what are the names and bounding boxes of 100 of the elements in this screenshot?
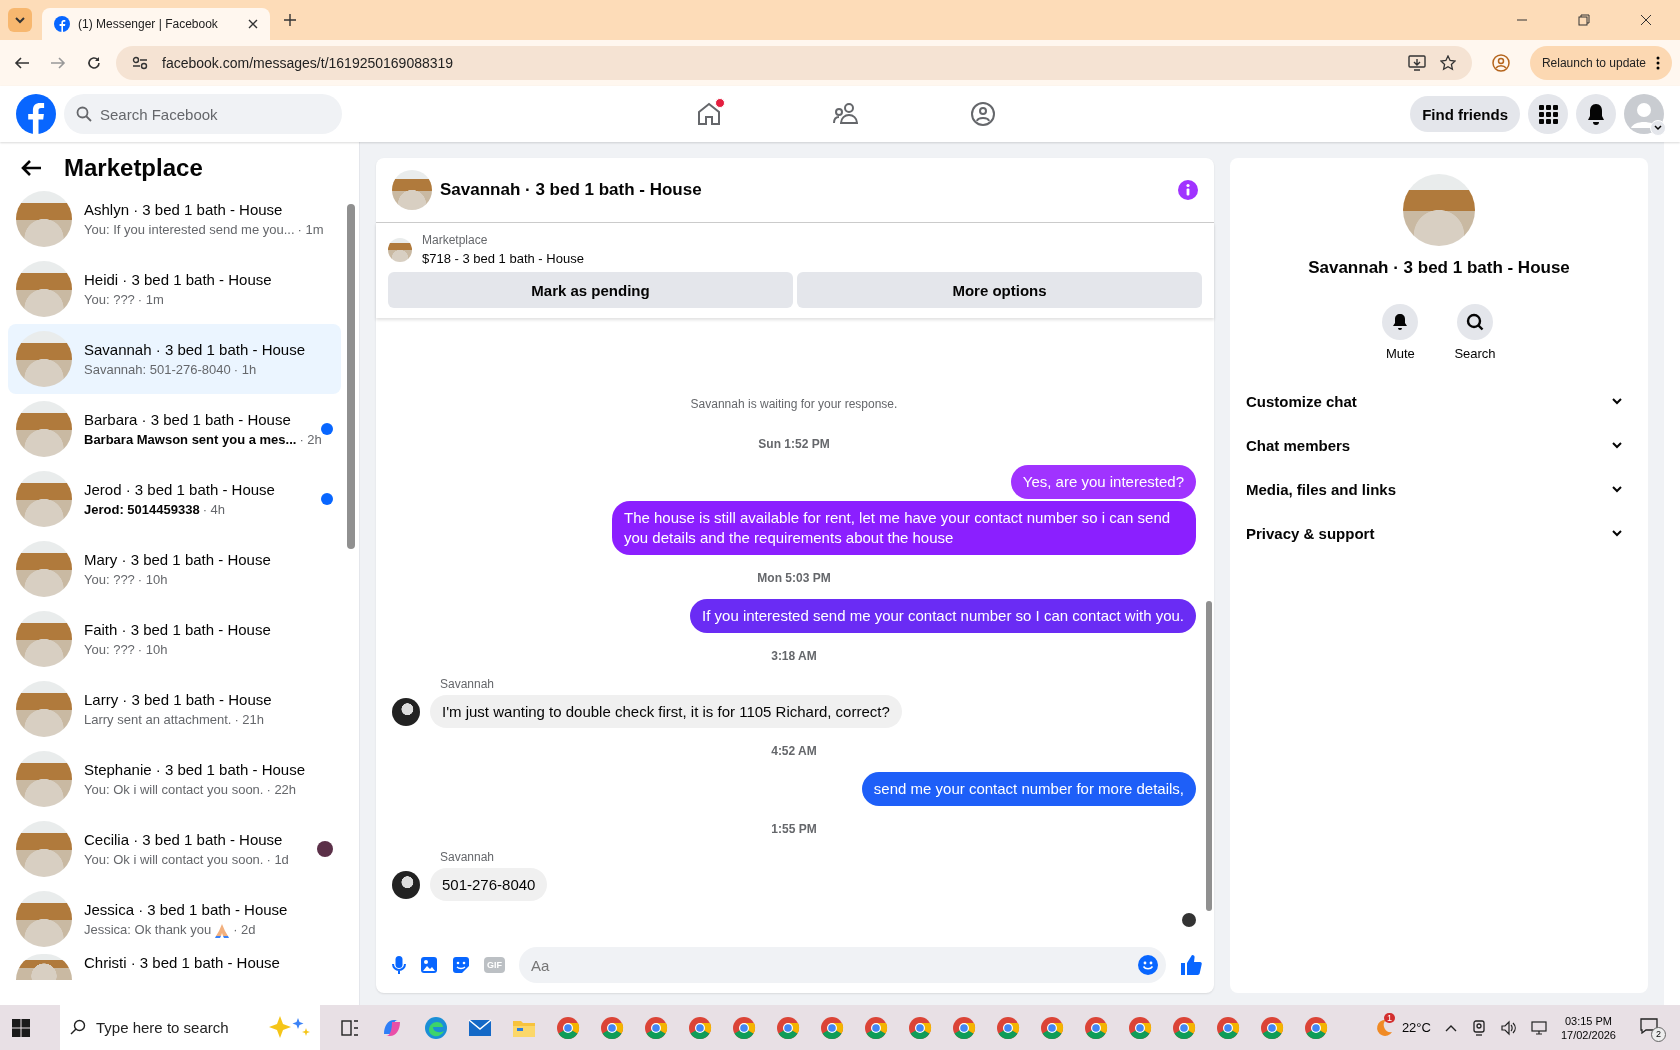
message-input[interactable]: Aa [519, 947, 1166, 983]
back-arrow-icon[interactable] [20, 159, 42, 177]
conversation-item[interactable]: Stephanie · 3 bed 1 bath - House You: Ok i will contact you soon. · 22h [8, 744, 341, 814]
emoji-icon[interactable] [1138, 955, 1158, 975]
conversation-item[interactable]: Heidi · 3 bed 1 bath - House You: ??? · 1m [8, 254, 341, 324]
start-icon[interactable] [12, 1018, 30, 1037]
section-header[interactable]: Chat members [1238, 423, 1640, 467]
section-header[interactable]: Privacy & support [1238, 511, 1640, 555]
profile-icon[interactable] [1491, 54, 1510, 72]
conversation-item[interactable]: Savannah · 3 bed 1 bath - House Savannah: 501-276-8040 · 1h [8, 324, 341, 394]
back-icon[interactable] [14, 55, 30, 71]
search-icon [70, 1019, 86, 1035]
conversation-item[interactable]: Barbara · 3 bed 1 bath - House Barbara Mawson sent you a mes... · 2h [8, 394, 341, 464]
sticker-icon[interactable] [452, 956, 470, 974]
chrome-icon[interactable] [1304, 1015, 1328, 1040]
grid-icon [1538, 104, 1558, 124]
search-button[interactable] [1457, 304, 1493, 340]
listing-source: Marketplace [422, 233, 489, 247]
chrome-icon[interactable] [600, 1015, 624, 1040]
temperature[interactable]: 22°C [1401, 1020, 1431, 1035]
chrome-icon[interactable] [644, 1015, 668, 1040]
forward-icon[interactable] [50, 55, 66, 71]
task-view-icon[interactable] [340, 1017, 360, 1038]
chrome-icon[interactable] [820, 1015, 844, 1040]
restore-icon[interactable] [1578, 14, 1590, 26]
conversation-item[interactable]: Jessica · 3 bed 1 bath - House Jessica: Ok thank you · 2d [8, 884, 341, 954]
home-icon[interactable] [696, 101, 722, 127]
seen-avatar [1182, 913, 1196, 927]
install-app-icon[interactable] [1407, 55, 1426, 71]
conversation-item[interactable]: Larry · 3 bed 1 bath - House Larry sent an attachment. · 21h [8, 674, 341, 744]
notifications-icon[interactable] [1640, 1017, 1658, 1034]
weather-badge: 1 [1383, 1012, 1395, 1023]
chrome-icon[interactable] [1084, 1015, 1108, 1040]
listing-action-button[interactable]: Mark as pending [388, 272, 793, 308]
chrome-icon[interactable] [556, 1015, 580, 1040]
reload-icon[interactable] [86, 55, 102, 71]
photo-placeholder [16, 821, 72, 877]
conversation-item[interactable]: Christi · 3 bed 1 bath - House [8, 954, 341, 980]
star-icon[interactable] [1439, 55, 1456, 71]
sent-message: The house is still available for rent, let me have your contact number so i can send you details and the requirements about the house [612, 501, 1196, 555]
find-friends-button[interactable]: Find friends [1410, 96, 1520, 132]
notifications-button[interactable] [1576, 94, 1616, 134]
groups-icon[interactable] [970, 101, 996, 127]
volume-icon[interactable] [1500, 1019, 1517, 1036]
search-field[interactable]: Search Facebook [64, 94, 342, 134]
tab-search-button[interactable] [8, 8, 32, 32]
mute-button[interactable] [1382, 304, 1419, 340]
chrome-icon[interactable] [908, 1015, 932, 1040]
message-preview: You: ??? [84, 292, 135, 307]
more-icon [1656, 56, 1660, 70]
info-icon[interactable] [1178, 180, 1198, 200]
microphone-icon[interactable] [392, 955, 406, 975]
photo-placeholder [16, 891, 72, 947]
close-icon[interactable] [1640, 14, 1652, 26]
clock-time[interactable]: 03:15 PM [1564, 1014, 1612, 1027]
chrome-icon[interactable] [1260, 1015, 1284, 1040]
section-header[interactable]: Media, files and links [1238, 467, 1640, 511]
close-icon[interactable] [248, 19, 258, 29]
chevron-up-icon[interactable] [1444, 1023, 1457, 1032]
conversation-item[interactable]: Jerod · 3 bed 1 bath - House Jerod: 5014459338 · 4h [8, 464, 341, 534]
scrollbar[interactable] [1664, 142, 1680, 1005]
chrome-icon[interactable] [1216, 1015, 1240, 1040]
photo-placeholder [16, 401, 72, 457]
chrome-icon[interactable] [1040, 1015, 1064, 1040]
facebook-logo-icon[interactable] [16, 94, 56, 134]
clock-date[interactable]: 17/02/2026 [1560, 1028, 1616, 1041]
conversation-item[interactable]: Mary · 3 bed 1 bath - House You: ??? · 10h [8, 534, 341, 604]
network-icon[interactable] [1530, 1019, 1547, 1036]
new-tab-icon[interactable] [284, 14, 296, 26]
caret-icon[interactable] [1650, 120, 1666, 136]
section-header[interactable]: Customize chat [1238, 379, 1640, 423]
people-icon[interactable] [832, 101, 860, 127]
chrome-icon[interactable] [996, 1015, 1020, 1040]
timestamp: 3:18 AM [771, 649, 817, 663]
chrome-icon[interactable] [732, 1015, 756, 1040]
chrome-icon[interactable] [688, 1015, 712, 1040]
thumbs-up-icon[interactable] [1180, 954, 1202, 976]
browser-tab[interactable]: (1) Messenger | Facebook [42, 8, 270, 40]
conversation-title: Stephanie · 3 bed 1 bath - House [84, 761, 306, 778]
image-icon[interactable] [420, 956, 438, 974]
conversation-item[interactable]: Faith · 3 bed 1 bath - House You: ??? · 10h [8, 604, 341, 674]
site-settings-icon[interactable] [132, 56, 148, 70]
photo-placeholder [16, 331, 72, 387]
camera-icon[interactable] [1470, 1019, 1487, 1036]
taskbar-search-field[interactable]: Type here to search [60, 1005, 320, 1050]
chrome-icon[interactable] [1172, 1015, 1196, 1040]
mail-icon[interactable] [468, 1017, 492, 1038]
chrome-icon[interactable] [952, 1015, 976, 1040]
conversation-title: Savannah · 3 bed 1 bath - House [1308, 258, 1570, 278]
conversation-item[interactable]: Ashlyn · 3 bed 1 bath - House You: If you interested send me you... · 1m [8, 184, 341, 254]
conversation-item[interactable]: Cecilia · 3 bed 1 bath - House You: Ok i will contact you soon. · 1d [8, 814, 341, 884]
edge-icon[interactable] [424, 1015, 448, 1040]
chrome-icon[interactable] [1128, 1015, 1152, 1040]
relaunch-button[interactable]: Relaunch to update [1529, 46, 1672, 80]
listing-action-button[interactable]: More options [797, 272, 1202, 308]
chrome-icon[interactable] [864, 1015, 888, 1040]
chrome-icon[interactable] [776, 1015, 800, 1040]
menu-button[interactable] [1528, 94, 1568, 134]
message-time: · 1m [137, 292, 164, 307]
address-bar[interactable]: facebook.com/messages/t/1619250169088319 [116, 46, 1472, 80]
